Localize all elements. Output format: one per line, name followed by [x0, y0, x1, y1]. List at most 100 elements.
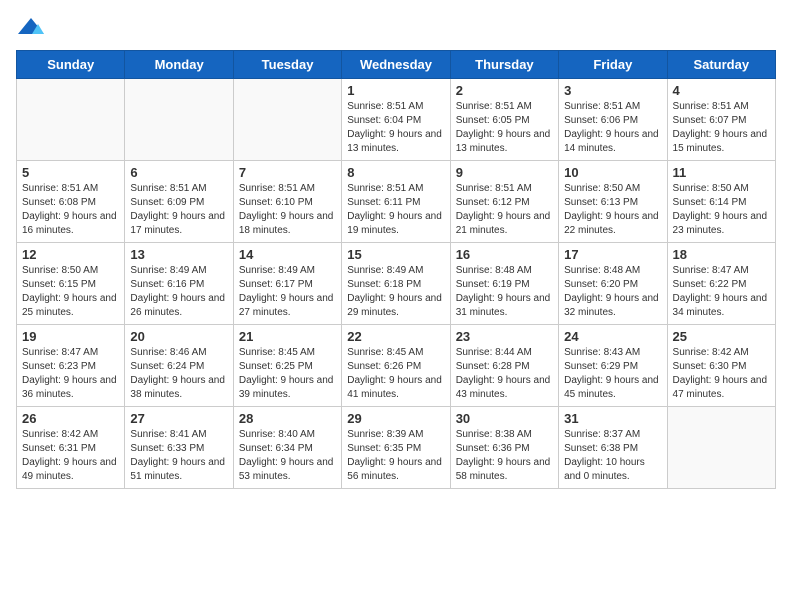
- day-info-line: Sunrise: 8:44 AM: [456, 346, 553, 360]
- weekday-header: Sunday: [17, 51, 125, 79]
- calendar-cell: 10Sunrise: 8:50 AMSunset: 6:13 PMDayligh…: [559, 161, 667, 243]
- day-info-line: Daylight: 9 hours and 27 minutes.: [239, 292, 336, 320]
- calendar-cell: 31Sunrise: 8:37 AMSunset: 6:38 PMDayligh…: [559, 407, 667, 489]
- day-info-line: Sunset: 6:38 PM: [564, 442, 661, 456]
- day-info-line: Daylight: 9 hours and 38 minutes.: [130, 374, 227, 402]
- day-number: 6: [130, 165, 227, 180]
- day-number: 21: [239, 329, 336, 344]
- day-info-line: Sunset: 6:33 PM: [130, 442, 227, 456]
- day-info-line: Sunset: 6:30 PM: [673, 360, 770, 374]
- day-info-line: Sunrise: 8:51 AM: [673, 100, 770, 114]
- day-info-line: Daylight: 9 hours and 21 minutes.: [456, 210, 553, 238]
- calendar-cell: 13Sunrise: 8:49 AMSunset: 6:16 PMDayligh…: [125, 243, 233, 325]
- day-info-line: Sunset: 6:23 PM: [22, 360, 119, 374]
- day-info-line: Daylight: 9 hours and 25 minutes.: [22, 292, 119, 320]
- day-info-line: Daylight: 10 hours and 0 minutes.: [564, 456, 661, 484]
- day-info-line: Sunset: 6:22 PM: [673, 278, 770, 292]
- day-number: 14: [239, 247, 336, 262]
- day-info-line: Sunset: 6:36 PM: [456, 442, 553, 456]
- day-info-line: Daylight: 9 hours and 56 minutes.: [347, 456, 444, 484]
- day-number: 4: [673, 83, 770, 98]
- day-number: 3: [564, 83, 661, 98]
- weekday-header: Tuesday: [233, 51, 341, 79]
- day-number: 26: [22, 411, 119, 426]
- day-info-line: Sunrise: 8:48 AM: [456, 264, 553, 278]
- calendar-cell: 1Sunrise: 8:51 AMSunset: 6:04 PMDaylight…: [342, 79, 450, 161]
- calendar-week-row: 1Sunrise: 8:51 AMSunset: 6:04 PMDaylight…: [17, 79, 776, 161]
- calendar-cell: 3Sunrise: 8:51 AMSunset: 6:06 PMDaylight…: [559, 79, 667, 161]
- day-info-line: Sunset: 6:16 PM: [130, 278, 227, 292]
- calendar-table: SundayMondayTuesdayWednesdayThursdayFrid…: [16, 50, 776, 489]
- calendar-cell: 28Sunrise: 8:40 AMSunset: 6:34 PMDayligh…: [233, 407, 341, 489]
- day-number: 11: [673, 165, 770, 180]
- day-info-line: Daylight: 9 hours and 19 minutes.: [347, 210, 444, 238]
- day-info-line: Sunset: 6:08 PM: [22, 196, 119, 210]
- day-info-line: Sunset: 6:09 PM: [130, 196, 227, 210]
- calendar-cell: 9Sunrise: 8:51 AMSunset: 6:12 PMDaylight…: [450, 161, 558, 243]
- day-info-line: Sunset: 6:28 PM: [456, 360, 553, 374]
- day-info-line: Sunset: 6:31 PM: [22, 442, 119, 456]
- day-info-line: Sunset: 6:15 PM: [22, 278, 119, 292]
- day-number: 12: [22, 247, 119, 262]
- day-info-line: Daylight: 9 hours and 13 minutes.: [347, 128, 444, 156]
- day-info-line: Sunrise: 8:38 AM: [456, 428, 553, 442]
- day-info-line: Sunrise: 8:51 AM: [564, 100, 661, 114]
- day-info-line: Daylight: 9 hours and 39 minutes.: [239, 374, 336, 402]
- calendar-cell: 14Sunrise: 8:49 AMSunset: 6:17 PMDayligh…: [233, 243, 341, 325]
- day-info-line: Sunrise: 8:43 AM: [564, 346, 661, 360]
- day-info-line: Sunset: 6:07 PM: [673, 114, 770, 128]
- day-info-line: Sunset: 6:25 PM: [239, 360, 336, 374]
- calendar-cell: 30Sunrise: 8:38 AMSunset: 6:36 PMDayligh…: [450, 407, 558, 489]
- day-info-line: Daylight: 9 hours and 49 minutes.: [22, 456, 119, 484]
- calendar-week-row: 5Sunrise: 8:51 AMSunset: 6:08 PMDaylight…: [17, 161, 776, 243]
- day-info-line: Sunset: 6:11 PM: [347, 196, 444, 210]
- calendar-cell: 5Sunrise: 8:51 AMSunset: 6:08 PMDaylight…: [17, 161, 125, 243]
- day-info-line: Daylight: 9 hours and 15 minutes.: [673, 128, 770, 156]
- day-info-line: Daylight: 9 hours and 23 minutes.: [673, 210, 770, 238]
- day-number: 15: [347, 247, 444, 262]
- day-info-line: Sunset: 6:26 PM: [347, 360, 444, 374]
- day-info-line: Sunrise: 8:42 AM: [673, 346, 770, 360]
- day-info-line: Sunrise: 8:42 AM: [22, 428, 119, 442]
- day-info-line: Daylight: 9 hours and 17 minutes.: [130, 210, 227, 238]
- calendar-cell: 7Sunrise: 8:51 AMSunset: 6:10 PMDaylight…: [233, 161, 341, 243]
- day-number: 1: [347, 83, 444, 98]
- day-info-line: Sunrise: 8:51 AM: [239, 182, 336, 196]
- calendar-cell: 26 Sunrise: 8:42 AMSunset: 6:31 PMDayligh…: [17, 407, 125, 489]
- calendar-cell: 6Sunrise: 8:51 AMSunset: 6:09 PMDaylight…: [125, 161, 233, 243]
- day-info-line: Sunset: 6:14 PM: [673, 196, 770, 210]
- day-info-line: Daylight: 9 hours and 53 minutes.: [239, 456, 336, 484]
- day-info-line: Sunrise: 8:48 AM: [564, 264, 661, 278]
- day-info-line: Sunset: 6:10 PM: [239, 196, 336, 210]
- weekday-header: Saturday: [667, 51, 775, 79]
- calendar-cell: 8Sunrise: 8:51 AMSunset: 6:11 PMDaylight…: [342, 161, 450, 243]
- day-info-line: Sunrise: 8:51 AM: [22, 182, 119, 196]
- calendar-cell: 24Sunrise: 8:43 AMSunset: 6:29 PMDayligh…: [559, 325, 667, 407]
- day-info-line: Sunrise: 8:47 AM: [673, 264, 770, 278]
- calendar-cell: 4 Sunrise: 8:51 AMSunset: 6:07 PMDaylight…: [667, 79, 775, 161]
- day-info-line: Daylight: 9 hours and 34 minutes.: [673, 292, 770, 320]
- calendar-cell: [125, 79, 233, 161]
- day-number: 29: [347, 411, 444, 426]
- day-number: 23: [456, 329, 553, 344]
- day-info-line: Sunset: 6:20 PM: [564, 278, 661, 292]
- day-info-line: Daylight: 9 hours and 31 minutes.: [456, 292, 553, 320]
- day-info-line: Daylight: 9 hours and 13 minutes.: [456, 128, 553, 156]
- day-number: 10: [564, 165, 661, 180]
- day-info-line: Daylight: 9 hours and 32 minutes.: [564, 292, 661, 320]
- day-info-line: Daylight: 9 hours and 58 minutes.: [456, 456, 553, 484]
- calendar-cell: 2Sunrise: 8:51 AMSunset: 6:05 PMDaylight…: [450, 79, 558, 161]
- day-number: 16: [456, 247, 553, 262]
- weekday-header: Thursday: [450, 51, 558, 79]
- weekday-header: Wednesday: [342, 51, 450, 79]
- day-number: 13: [130, 247, 227, 262]
- day-info-line: Daylight: 9 hours and 43 minutes.: [456, 374, 553, 402]
- day-info-line: Sunrise: 8:50 AM: [673, 182, 770, 196]
- calendar-cell: 15Sunrise: 8:49 AMSunset: 6:18 PMDayligh…: [342, 243, 450, 325]
- day-number: 24: [564, 329, 661, 344]
- day-number: 7: [239, 165, 336, 180]
- day-number: 9: [456, 165, 553, 180]
- day-info-line: Daylight: 9 hours and 22 minutes.: [564, 210, 661, 238]
- day-number: 27: [130, 411, 227, 426]
- day-number: 25: [673, 329, 770, 344]
